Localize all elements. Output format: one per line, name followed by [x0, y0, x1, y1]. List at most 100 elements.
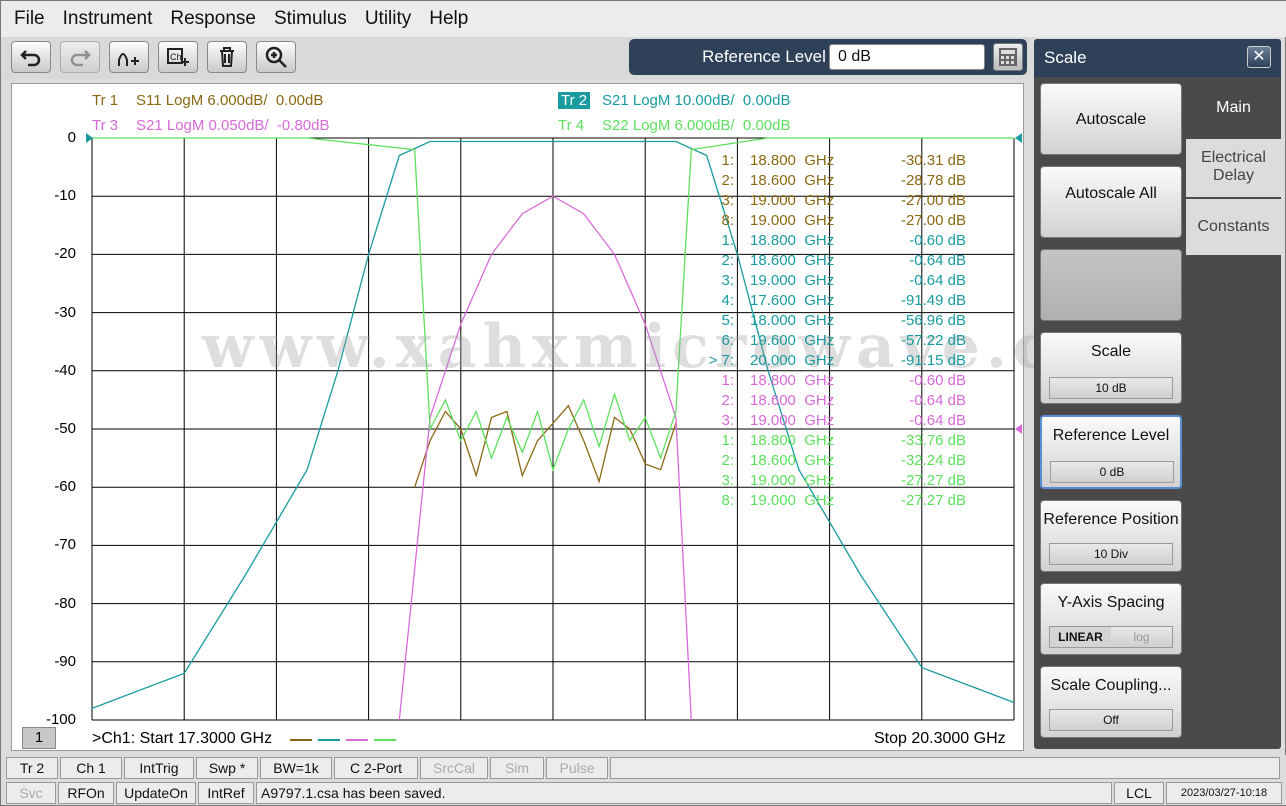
marker-row[interactable]: 8: 19.000 GHz -27.00 dB	[704, 211, 976, 231]
calculator-button[interactable]	[993, 43, 1023, 71]
y-axis-tick-label: -70	[54, 536, 76, 554]
marker-index: 6:	[721, 332, 734, 349]
start-frequency[interactable]: >Ch1: Start 17.3000 GHz	[92, 730, 272, 748]
scale-value: 10 dB	[1049, 377, 1173, 399]
marker-value: -28.78 dB	[900, 172, 966, 189]
marker-frequency: 18.600 GHz	[750, 172, 835, 189]
marker-value: -0.64 dB	[909, 272, 966, 289]
measurement-graph[interactable]: Tr 1 S11 LogM 6.000dB/ 0.00dB Tr 2 S21 L…	[11, 83, 1165, 751]
marker-value: -0.64 dB	[909, 412, 966, 429]
status-calibration[interactable]: C 2-Port	[334, 757, 418, 779]
add-trace-button[interactable]	[109, 41, 149, 73]
marker-row[interactable]: 1: 18.800 GHz -33.76 dB	[704, 431, 976, 451]
autoscale-all-label: Autoscale All	[1065, 185, 1157, 202]
trace-1-id[interactable]: Tr 1	[92, 92, 118, 109]
marker-row[interactable]: 3: 19.000 GHz -27.00 dB	[704, 191, 976, 211]
status-rf-on[interactable]: RFOn	[58, 782, 114, 804]
reference-level-label: Reference Level	[702, 47, 826, 66]
menu-help[interactable]: Help	[420, 1, 477, 37]
scale-coupling-label: Scale Coupling...	[1050, 677, 1172, 694]
marker-index: 3:	[721, 272, 734, 289]
marker-frequency: 19.000 GHz	[750, 412, 835, 429]
marker-value: -27.00 dB	[900, 212, 966, 229]
status-svc[interactable]: Svc	[6, 782, 56, 804]
marker-index: 2:	[721, 172, 734, 189]
marker-row[interactable]: 6: 19.600 GHz -57.22 dB	[704, 331, 976, 351]
trace-3-desc: S21 LogM 0.050dB/ -0.80dB	[136, 117, 330, 134]
y-axis-spacing-button[interactable]: Y-Axis Spacing LINEAR log	[1040, 583, 1182, 655]
reference-level-button[interactable]: Reference Level 0 dB	[1040, 415, 1182, 489]
close-button[interactable]: ✕	[1247, 46, 1271, 68]
status-empty	[610, 757, 1280, 779]
menu-instrument[interactable]: Instrument	[54, 1, 162, 37]
reference-position-button[interactable]: Reference Position 10 Div	[1040, 500, 1182, 572]
menu-file[interactable]: File	[5, 1, 54, 37]
trace-3-id[interactable]: Tr 3	[92, 117, 118, 134]
status-bar-top: Tr 2 Ch 1 IntTrig Swp * BW=1k C 2-Port S…	[1, 755, 1286, 781]
svg-text:Ch: Ch	[170, 52, 182, 62]
scale-coupling-button[interactable]: Scale Coupling... Off	[1040, 666, 1182, 738]
menu-stimulus[interactable]: Stimulus	[265, 1, 356, 37]
marker-frequency: 18.600 GHz	[750, 392, 835, 409]
delete-button[interactable]	[207, 41, 247, 73]
marker-row[interactable]: 4: 17.600 GHz -91.49 dB	[704, 291, 976, 311]
marker-row[interactable]: 2: 18.600 GHz -0.64 dB	[704, 251, 976, 271]
menu-utility[interactable]: Utility	[356, 1, 420, 37]
status-datetime: 2023/03/27-10:18	[1166, 782, 1282, 804]
marker-row[interactable]: 1: 18.800 GHz -30.31 dB	[704, 151, 976, 171]
status-sim[interactable]: Sim	[490, 757, 544, 779]
trace-4-id[interactable]: Tr 4	[558, 117, 584, 134]
status-pulse[interactable]: Pulse	[546, 757, 608, 779]
empty-softkey	[1040, 249, 1182, 321]
trace-legend-lines	[290, 739, 396, 741]
marker-row[interactable]: 1: 18.800 GHz -0.60 dB	[704, 371, 976, 391]
undo-button[interactable]	[11, 41, 51, 73]
zoom-button[interactable]	[256, 41, 296, 73]
marker-row[interactable]: 5: 18.000 GHz -56.96 dB	[704, 311, 976, 331]
marker-index: 3:	[721, 412, 734, 429]
channel-badge[interactable]: 1	[22, 727, 56, 749]
marker-value: -27.27 dB	[900, 492, 966, 509]
y-axis-tick-label: -30	[54, 303, 76, 321]
menu-response[interactable]: Response	[161, 1, 265, 37]
add-channel-button[interactable]: Ch	[158, 41, 198, 73]
marker-row[interactable]: 3: 19.000 GHz -0.64 dB	[704, 411, 976, 431]
marker-index: 2:	[721, 252, 734, 269]
status-srccal[interactable]: SrcCal	[420, 757, 488, 779]
y-axis-tick-label: -80	[54, 594, 76, 612]
marker-row[interactable]: 8: 19.000 GHz -27.27 dB	[704, 491, 976, 511]
marker-value: -91.49 dB	[900, 292, 966, 309]
status-sweep[interactable]: Swp *	[196, 757, 258, 779]
delete-icon	[220, 47, 234, 67]
marker-row[interactable]: 3: 19.000 GHz -0.64 dB	[704, 271, 976, 291]
reference-level-input[interactable]: 0 dB	[829, 44, 985, 70]
scale-panel-title: Scale	[1044, 48, 1087, 67]
stop-frequency[interactable]: Stop 20.3000 GHz	[874, 730, 1006, 748]
marker-row[interactable]: > 7: 20.000 GHz -91.15 dB	[704, 351, 976, 371]
marker-index: 1:	[721, 432, 734, 449]
watermark: www.xahxmicrowave.com	[202, 312, 1171, 382]
marker-row[interactable]: 2: 18.600 GHz -0.64 dB	[704, 391, 976, 411]
y-axis-tick-label: -40	[54, 361, 76, 379]
status-int-ref[interactable]: IntRef	[198, 782, 254, 804]
status-bandwidth[interactable]: BW=1k	[260, 757, 332, 779]
marker-row[interactable]: 2: 18.600 GHz -28.78 dB	[704, 171, 976, 191]
marker-row[interactable]: 2: 18.600 GHz -32.24 dB	[704, 451, 976, 471]
status-trigger[interactable]: IntTrig	[124, 757, 194, 779]
redo-button[interactable]	[60, 41, 100, 73]
trace-2-id[interactable]: Tr 2	[558, 92, 591, 109]
autoscale-button[interactable]: Autoscale	[1040, 83, 1182, 155]
marker-value: -30.31 dB	[900, 152, 966, 169]
autoscale-all-button[interactable]: Autoscale All	[1040, 166, 1182, 238]
status-channel[interactable]: Ch 1	[60, 757, 122, 779]
tab-main[interactable]: Main	[1186, 79, 1281, 137]
status-trace[interactable]: Tr 2	[6, 757, 58, 779]
marker-row[interactable]: 1: 18.800 GHz -0.60 dB	[704, 231, 976, 251]
marker-frequency: 18.800 GHz	[750, 232, 835, 249]
scale-button[interactable]: Scale 10 dB	[1040, 332, 1182, 404]
tab-electrical-delay[interactable]: Electrical Delay	[1186, 139, 1281, 197]
marker-row[interactable]: 3: 19.000 GHz -27.27 dB	[704, 471, 976, 491]
tab-constants[interactable]: Constants	[1186, 199, 1281, 255]
marker-frequency: 19.000 GHz	[750, 472, 835, 489]
status-update-on[interactable]: UpdateOn	[116, 782, 196, 804]
